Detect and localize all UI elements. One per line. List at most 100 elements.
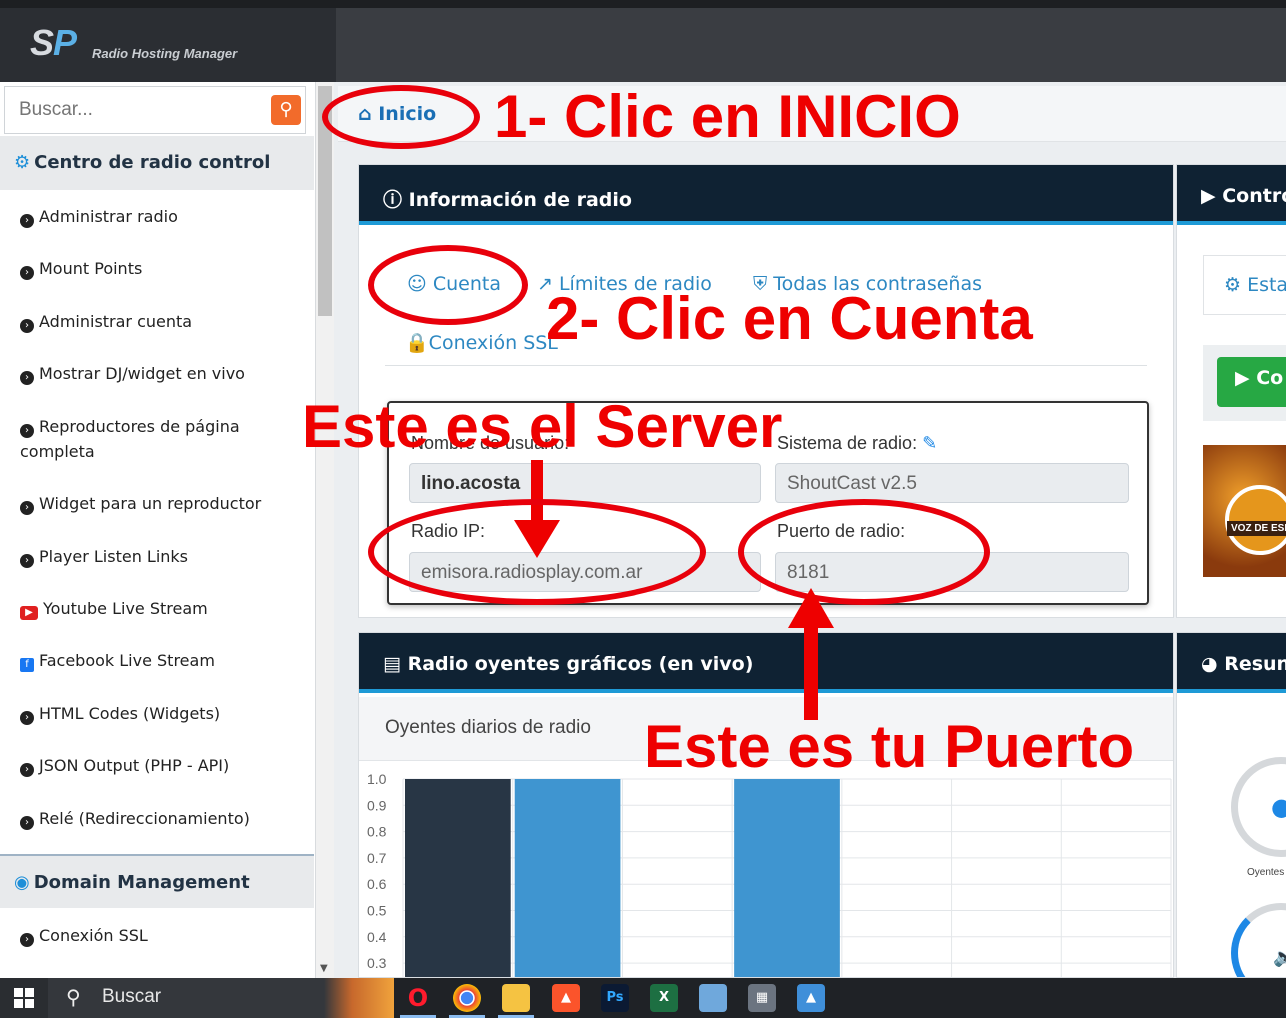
tab-label: Conexión SSL xyxy=(428,332,558,354)
search-input[interactable] xyxy=(5,87,265,133)
arrow-up-icon xyxy=(804,626,818,720)
chart-bar[interactable] xyxy=(514,779,621,978)
pie-chart-icon: ◕ xyxy=(1201,653,1225,675)
chevron-right-icon: › xyxy=(20,424,34,438)
chevron-right-icon: › xyxy=(20,554,34,568)
section-label: Centro de radio control xyxy=(34,152,271,173)
sidebar-item-facebook[interactable]: f Facebook Live Stream xyxy=(20,648,300,673)
chart-bar[interactable] xyxy=(405,779,511,978)
annotation-ring-ip xyxy=(368,499,706,605)
chevron-right-icon: › xyxy=(20,266,34,280)
chevron-right-icon: › xyxy=(20,711,34,725)
annotation-ring-inicio xyxy=(322,85,480,149)
bar-chart-icon: ▤ xyxy=(383,653,408,675)
excel-icon[interactable]: X xyxy=(650,984,678,1012)
annotation-step2: 2- Clic en Cuenta xyxy=(546,285,1033,352)
chevron-right-icon: › xyxy=(20,501,34,515)
volume-icon: 🔈 xyxy=(1273,947,1286,968)
arrow-up-head xyxy=(788,588,834,628)
explorer-icon[interactable] xyxy=(502,984,530,1012)
section-radio-control[interactable]: ⚙ Centro de radio control xyxy=(0,136,314,190)
username-field[interactable]: lino.acosta xyxy=(409,463,761,503)
brand-logo[interactable]: SP Radio Hosting Manager xyxy=(0,8,336,82)
scroll-down-icon[interactable]: ▼ xyxy=(320,963,328,974)
sidebar-item-label: Reproductores de página completa xyxy=(20,417,240,461)
sidebar-item-dj-widget[interactable]: › Mostrar DJ/widget en vivo xyxy=(20,361,300,386)
sidebar-item-label: Widget para un reproductor xyxy=(39,494,262,513)
calculator-icon[interactable]: ▦ xyxy=(748,984,776,1012)
sidebar-item-rele[interactable]: › Relé (Redireccionamiento) xyxy=(20,806,300,831)
annotation-ring-cuenta xyxy=(368,245,528,325)
brave-icon[interactable]: ▲ xyxy=(552,984,580,1012)
opera-icon[interactable]: O xyxy=(404,984,432,1012)
chart-bar[interactable] xyxy=(734,779,840,978)
play-icon: ▶ xyxy=(1235,367,1257,389)
system-label: Sistema de radio: ✎ xyxy=(777,433,937,454)
sidebar-scrollbar[interactable]: ▼ xyxy=(316,82,334,978)
chevron-right-icon: › xyxy=(20,763,34,777)
sidebar-search: ⚲ xyxy=(4,86,306,134)
panel-title: Radio oyentes gráficos (en vivo) xyxy=(407,653,754,675)
station-logo-badge xyxy=(1225,485,1286,555)
y-tick-label: 0.4 xyxy=(367,929,387,945)
sidebar-item-label: Conexión SSL xyxy=(39,926,148,945)
panel-header: ⓘ Información de radio xyxy=(359,165,1173,225)
panel-title: Contro xyxy=(1222,185,1286,207)
control-panel: ▶ Contro ⚙ Esta ▶ Co VOZ DE ESPE xyxy=(1176,164,1286,618)
search-icon[interactable]: ⚲ xyxy=(271,95,301,125)
tab-estado[interactable]: ⚙ Esta xyxy=(1203,255,1286,315)
system-label-text: Sistema de radio: xyxy=(777,433,918,453)
sidebar-item-label: JSON Output (PHP - API) xyxy=(39,756,230,775)
info-icon: ⓘ xyxy=(383,189,409,211)
sidebar-item-label: Facebook Live Stream xyxy=(39,651,215,670)
sidebar-item-conexion-ssl[interactable]: › Conexión SSL xyxy=(20,923,300,948)
sidebar-item-player-links[interactable]: › Player Listen Links xyxy=(20,544,300,569)
sidebar-item-json-output[interactable]: › JSON Output (PHP - API) xyxy=(20,753,300,778)
system-field[interactable]: ShoutCast v2.5 xyxy=(775,463,1129,503)
photoshop-icon[interactable]: Ps xyxy=(601,984,629,1012)
control-box: ▶ Co xyxy=(1203,345,1286,421)
sidebar-item-label: Mount Points xyxy=(39,259,143,278)
gear-icon: ⚙ xyxy=(14,152,31,173)
photos-icon[interactable]: ▲ xyxy=(797,984,825,1012)
panel-header: ▶ Contro xyxy=(1177,165,1286,225)
chevron-right-icon: › xyxy=(20,933,34,947)
sidebar-item-mount-points[interactable]: › Mount Points xyxy=(20,256,300,281)
sidebar-item-administrar-radio[interactable]: › Administrar radio xyxy=(20,204,300,229)
panel-title: Información de radio xyxy=(408,189,632,211)
tab-ssl[interactable]: 🔒Conexión SSL xyxy=(405,331,558,354)
tab-label: Esta xyxy=(1247,274,1286,296)
listeners-bar-chart: 1.0 0.9 0.8 0.7 0.6 0.5 0.4 0.3 xyxy=(367,771,1172,978)
section-label: Domain Management xyxy=(33,872,250,893)
sidebar-item-widget-reproductor[interactable]: › Widget para un reproductor xyxy=(20,491,300,516)
annotation-ring-port xyxy=(738,499,990,605)
y-tick-label: 0.5 xyxy=(367,903,387,919)
logo-subtitle: Radio Hosting Manager xyxy=(92,46,238,61)
search-highlight-image xyxy=(324,978,394,1018)
sidebar-item-label: Administrar radio xyxy=(39,207,178,226)
y-tick-label: 0.7 xyxy=(367,850,387,866)
pencil-icon[interactable]: ✎ xyxy=(922,433,937,453)
listeners-chart-panel: ▤ Radio oyentes gráficos (en vivo) Oyent… xyxy=(358,632,1174,978)
logo-mark: SP xyxy=(30,22,77,63)
chevron-right-icon: › xyxy=(20,816,34,830)
start-button[interactable] xyxy=(0,978,48,1018)
button-label: Co xyxy=(1256,367,1284,389)
sidebar-item-reproductores[interactable]: › Reproductores de página completa xyxy=(20,414,300,464)
tab-divider xyxy=(385,365,1147,366)
sidebar-item-label: HTML Codes (Widgets) xyxy=(39,704,221,723)
y-tick-label: 0.8 xyxy=(367,824,387,840)
connect-button[interactable]: ▶ Co xyxy=(1217,357,1286,407)
windows-taskbar: ⚲ Buscar O ▲ Ps X ▦ ▲ xyxy=(0,978,1286,1018)
sidebar-item-html-codes[interactable]: › HTML Codes (Widgets) xyxy=(20,701,300,726)
sidebar-item-label: Relé (Redireccionamiento) xyxy=(39,809,250,828)
sidebar-item-administrar-cuenta[interactable]: › Administrar cuenta xyxy=(20,309,300,334)
chrome-icon[interactable] xyxy=(453,984,481,1012)
taskbar-search[interactable]: ⚲ Buscar xyxy=(48,978,394,1018)
sidebar: ⚲ ⚙Centro de radio control › Administrar … xyxy=(0,82,316,978)
y-tick-label: 0.6 xyxy=(367,876,387,892)
top-navbar: SP Radio Hosting Manager xyxy=(0,0,1286,82)
notepad-icon[interactable] xyxy=(699,984,727,1012)
sidebar-item-youtube[interactable]: ▶ Youtube Live Stream xyxy=(20,596,300,621)
section-domain-management[interactable]: ◉ Domain Management xyxy=(0,854,314,908)
